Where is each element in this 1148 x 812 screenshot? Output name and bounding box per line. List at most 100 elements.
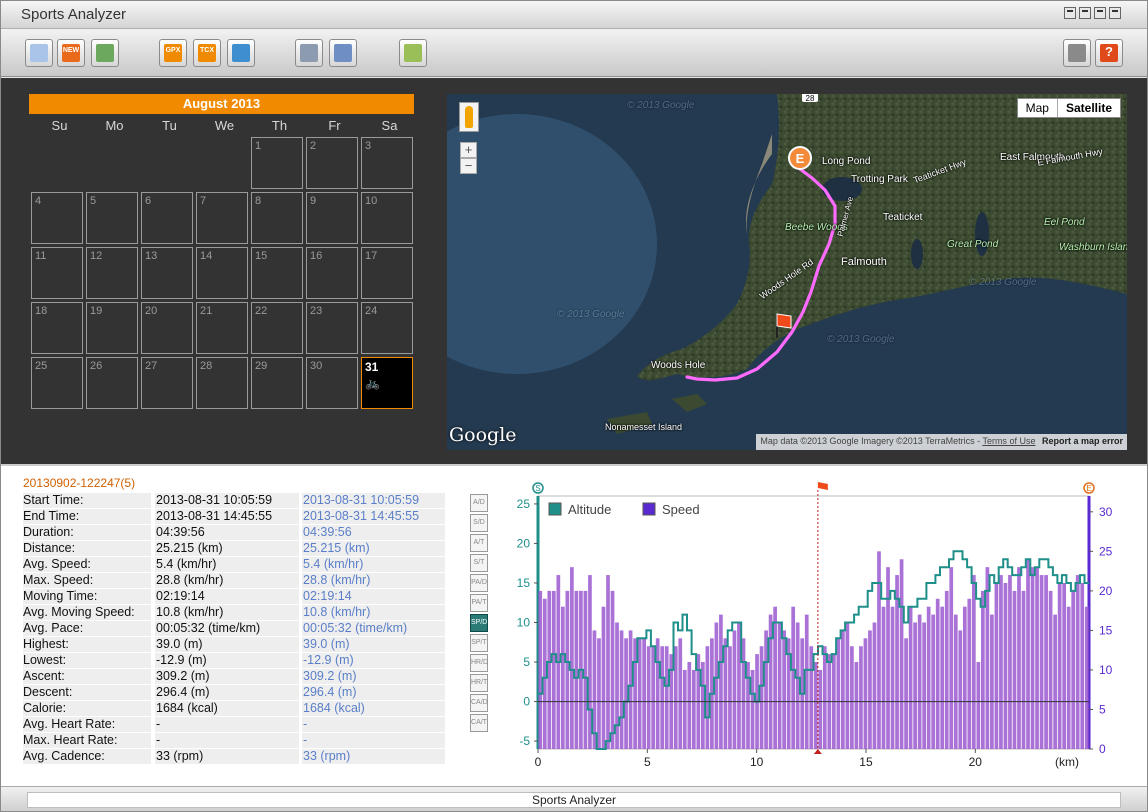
list-view-button[interactable] xyxy=(91,39,119,67)
map-type-map[interactable]: Map xyxy=(1018,99,1057,117)
stat-value: 04:39:56 xyxy=(155,525,299,540)
speed-bar xyxy=(971,575,976,749)
calendar-day[interactable]: 30 xyxy=(306,357,358,409)
stat-compare-value: 2013-08-31 14:45:55 xyxy=(302,509,445,524)
position-cursor-arrow xyxy=(813,749,822,754)
chart-option-hr-d[interactable]: HR/D xyxy=(470,654,488,672)
bicycle-icon[interactable]: 🚲 xyxy=(365,376,380,390)
calendar-day[interactable]: 16 xyxy=(306,247,358,299)
new-button[interactable]: NEW xyxy=(57,39,85,67)
stat-row: Avg. Speed: 5.4 (km/hr) 5.4 (km/hr) xyxy=(19,557,445,573)
calendar-day-number: 28 xyxy=(200,360,213,372)
settings-icon xyxy=(1068,44,1086,62)
calendar-day[interactable]: 18 xyxy=(31,302,83,354)
chart-option-sp-d[interactable]: SP/D xyxy=(470,614,488,632)
calendar-day[interactable]: 2 xyxy=(306,137,358,189)
terms-of-use-link[interactable]: Terms of Use xyxy=(982,436,1035,446)
calendar-day[interactable]: 13 xyxy=(141,247,193,299)
svg-text:E: E xyxy=(796,151,805,166)
chart-option-s-t[interactable]: S/T xyxy=(470,554,488,572)
chart-option-a-d[interactable]: A/D xyxy=(470,494,488,512)
map-label: Woods Hole xyxy=(651,360,706,371)
chart-option-a-t[interactable]: A/T xyxy=(470,534,488,552)
print-icon xyxy=(300,44,318,62)
calendar-day[interactable]: 8 xyxy=(251,192,303,244)
zoom-out-button[interactable]: − xyxy=(460,158,477,174)
weekday-label: Su xyxy=(51,118,68,133)
calendar-day[interactable]: 25 xyxy=(31,357,83,409)
speed-bar xyxy=(863,638,868,749)
settings-button[interactable] xyxy=(1063,39,1091,67)
stat-compare-value: 296.4 (m) xyxy=(302,685,445,700)
google-earth-button[interactable] xyxy=(227,39,255,67)
speed-bar xyxy=(664,646,669,749)
database-icon xyxy=(334,44,352,62)
calendar-day[interactable]: 26 xyxy=(86,357,138,409)
calendar-day[interactable]: 7 xyxy=(196,192,248,244)
chart-option-hr-t[interactable]: HR/T xyxy=(470,674,488,692)
calendar-day[interactable]: 6 xyxy=(141,192,193,244)
calendar-day[interactable]: 24 xyxy=(361,302,413,354)
altitude-speed-chart[interactable]: -5 0 5 10 15 20 25 0 5 10 15 20 25 30 0 5 10 15 20 (km) S E Al… xyxy=(501,476,1127,776)
calendar-day[interactable]: 27 xyxy=(141,357,193,409)
import-button[interactable] xyxy=(25,39,53,67)
calendar-day[interactable]: 21 xyxy=(196,302,248,354)
chart-option-s-d[interactable]: S/D xyxy=(470,514,488,532)
calendar-day[interactable]: 17 xyxy=(361,247,413,299)
stat-row: Max. Speed: 28.8 (km/hr) 28.8 (km/hr) xyxy=(19,573,445,589)
calendar-month-header[interactable]: August 2013 xyxy=(29,94,414,114)
calendar-day[interactable]: 19 xyxy=(86,302,138,354)
report-map-error-link[interactable]: Report a map error xyxy=(1042,436,1123,446)
calendar-day-number: 11 xyxy=(35,250,47,262)
calendar-day[interactable]: 31 🚲 xyxy=(361,357,413,409)
calendar-day[interactable]: 4 xyxy=(31,192,83,244)
export-gpx-button[interactable]: GPX xyxy=(159,39,187,67)
stat-row: Highest: 39.0 (m) 39.0 (m) xyxy=(19,637,445,653)
maximize-button[interactable] xyxy=(1094,7,1106,19)
speed-bar xyxy=(682,669,687,749)
calendar-day[interactable]: 14 xyxy=(196,247,248,299)
stat-row: Max. Heart Rate: - - xyxy=(19,733,445,749)
right-tick-label: 30 xyxy=(1099,505,1113,519)
calendar-day[interactable]: 10 xyxy=(361,192,413,244)
minimize-button[interactable] xyxy=(1079,7,1091,19)
stat-value: 2013-08-31 10:05:59 xyxy=(155,493,299,508)
calendar-day[interactable]: 23 xyxy=(306,302,358,354)
chart-option-ca-t[interactable]: CA/T xyxy=(470,714,488,732)
stat-row: Avg. Cadence: 33 (rpm) 33 (rpm) xyxy=(19,749,445,765)
session-id: 20130902-122247(5) xyxy=(23,476,136,490)
calendar-day[interactable]: 11 xyxy=(31,247,83,299)
calendar-day[interactable]: 9 xyxy=(306,192,358,244)
device-sync-button[interactable] xyxy=(399,39,427,67)
close-button[interactable] xyxy=(1109,7,1121,19)
calendar-day[interactable]: 1 xyxy=(251,137,303,189)
end-marker[interactable]: E xyxy=(788,146,812,170)
calendar-day[interactable]: 12 xyxy=(86,247,138,299)
chart-option-sp-t[interactable]: SP/T xyxy=(470,634,488,652)
calendar-day[interactable]: 5 xyxy=(86,192,138,244)
export-tcx-button[interactable]: TCX xyxy=(193,39,221,67)
calendar-day[interactable]: 15 xyxy=(251,247,303,299)
zoom-in-button[interactable]: + xyxy=(460,142,477,158)
position-flag-icon[interactable] xyxy=(817,482,828,490)
title-bar[interactable]: Sports Analyzer xyxy=(1,1,1147,29)
print-button[interactable] xyxy=(295,39,323,67)
stat-value: 33 (rpm) xyxy=(155,749,299,764)
calendar-day[interactable]: 20 xyxy=(141,302,193,354)
chart-option-pa-d[interactable]: PA/D xyxy=(470,574,488,592)
speed-bar xyxy=(678,638,683,749)
map-type-satellite[interactable]: Satellite xyxy=(1056,99,1120,117)
chart-option-pa-t[interactable]: PA/T xyxy=(470,594,488,612)
speed-bar xyxy=(908,606,913,749)
database-button[interactable] xyxy=(329,39,357,67)
street-view-pegman-icon[interactable] xyxy=(459,102,479,132)
chart-option-ca-d[interactable]: CA/D xyxy=(470,694,488,712)
calendar-day[interactable]: 3 xyxy=(361,137,413,189)
speed-bar xyxy=(949,567,954,749)
calendar-day[interactable]: 29 xyxy=(251,357,303,409)
menu-icon[interactable] xyxy=(1064,7,1076,19)
help-button[interactable]: ? xyxy=(1095,39,1123,67)
map-view[interactable]: E 28 © 2013 Google © 2013 Google © 2013 … xyxy=(447,94,1127,450)
calendar-day[interactable]: 28 xyxy=(196,357,248,409)
calendar-day[interactable]: 22 xyxy=(251,302,303,354)
